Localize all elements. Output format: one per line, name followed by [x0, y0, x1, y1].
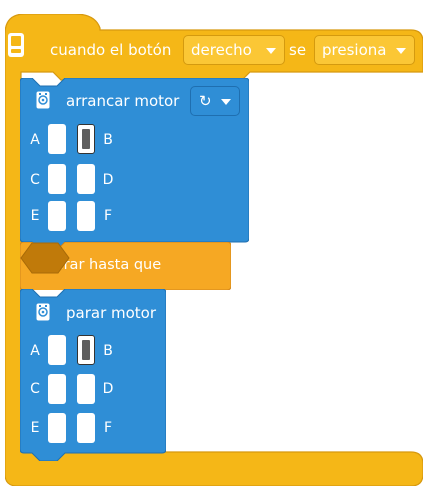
- button-dropdown-value: derecho: [191, 41, 252, 59]
- chevron-down-icon: [396, 48, 406, 54]
- port-b-toggle[interactable]: [77, 124, 95, 154]
- stop-motor-block[interactable]: parar motor A B C D E F: [20, 289, 166, 461]
- port-b-selected-indicator: [82, 129, 90, 149]
- action-dropdown[interactable]: presiona: [314, 35, 415, 65]
- port-d-toggle[interactable]: [77, 164, 95, 194]
- chevron-down-icon: [266, 48, 276, 54]
- port-label-d: D: [102, 172, 114, 188]
- stop-motor-title: parar motor: [66, 304, 157, 322]
- chevron-down-icon: [221, 99, 231, 105]
- port-b-selected-indicator: [82, 340, 90, 360]
- port-a-toggle[interactable]: [48, 124, 66, 154]
- wait-until-block[interactable]: esperar hasta que: [20, 242, 231, 290]
- motor-icon: [36, 91, 50, 109]
- port-label-b: B: [103, 132, 113, 148]
- port-label-f: F: [103, 420, 113, 436]
- clockwise-arrow-icon: ↻: [199, 92, 212, 110]
- port-label-e: E: [30, 420, 40, 436]
- start-motor-block[interactable]: arrancar motor ↻ A B C D E F: [20, 78, 249, 246]
- hub-button-icon: [8, 33, 24, 57]
- port-label-b: B: [103, 343, 113, 359]
- port-label-d: D: [102, 381, 114, 397]
- port-a-toggle[interactable]: [48, 335, 66, 365]
- port-label-c: C: [30, 381, 40, 397]
- port-e-toggle[interactable]: [48, 413, 66, 443]
- port-label-f: F: [103, 208, 113, 224]
- port-f-toggle[interactable]: [77, 201, 95, 231]
- button-dropdown[interactable]: derecho: [183, 35, 285, 65]
- motor-icon: [36, 303, 50, 321]
- port-f-toggle[interactable]: [77, 413, 95, 443]
- port-label-e: E: [30, 208, 40, 224]
- port-b-toggle[interactable]: [77, 335, 95, 365]
- port-c-toggle[interactable]: [48, 374, 66, 404]
- port-label-c: C: [30, 172, 40, 188]
- start-motor-title: arrancar motor: [66, 92, 180, 110]
- port-label-a: A: [30, 132, 40, 148]
- direction-dropdown[interactable]: ↻: [190, 86, 240, 116]
- port-c-toggle[interactable]: [48, 164, 66, 194]
- port-e-toggle[interactable]: [48, 201, 66, 231]
- port-d-toggle[interactable]: [77, 374, 95, 404]
- event-label-se: se: [289, 41, 307, 59]
- port-label-a: A: [30, 343, 40, 359]
- event-label-when-button: cuando el botón: [50, 41, 172, 59]
- empty-boolean-slot[interactable]: [20, 242, 70, 274]
- action-dropdown-value: presiona: [322, 41, 387, 59]
